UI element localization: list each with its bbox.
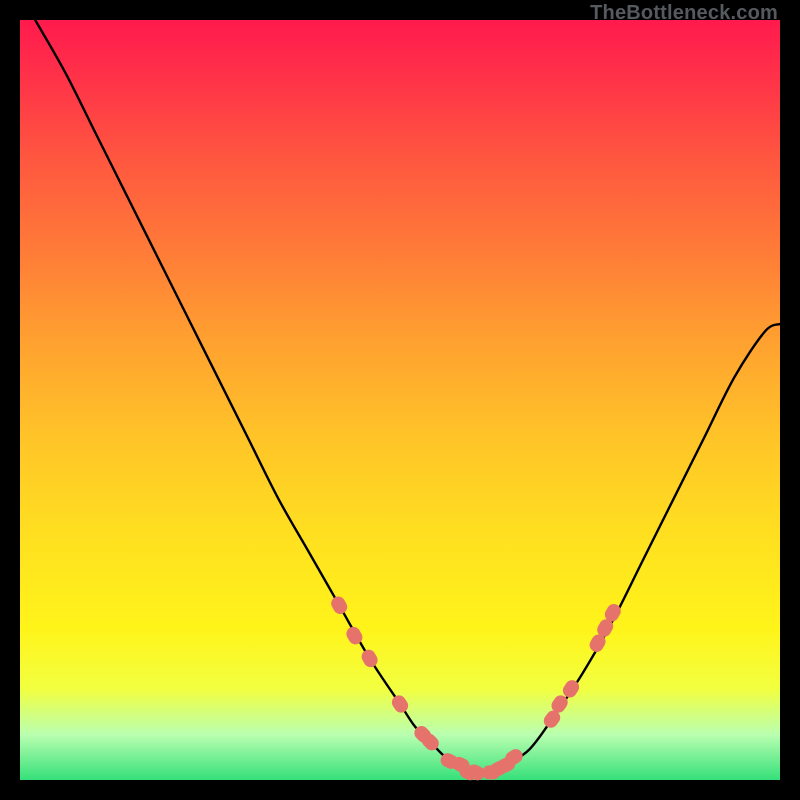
curve-layer bbox=[20, 20, 780, 780]
data-marker bbox=[329, 594, 350, 617]
marker-group bbox=[329, 594, 624, 783]
data-marker bbox=[389, 693, 411, 716]
main-curve bbox=[35, 20, 780, 773]
data-marker bbox=[359, 647, 380, 670]
chart-frame: TheBottleneck.com bbox=[0, 0, 800, 800]
plot-area bbox=[20, 20, 780, 780]
